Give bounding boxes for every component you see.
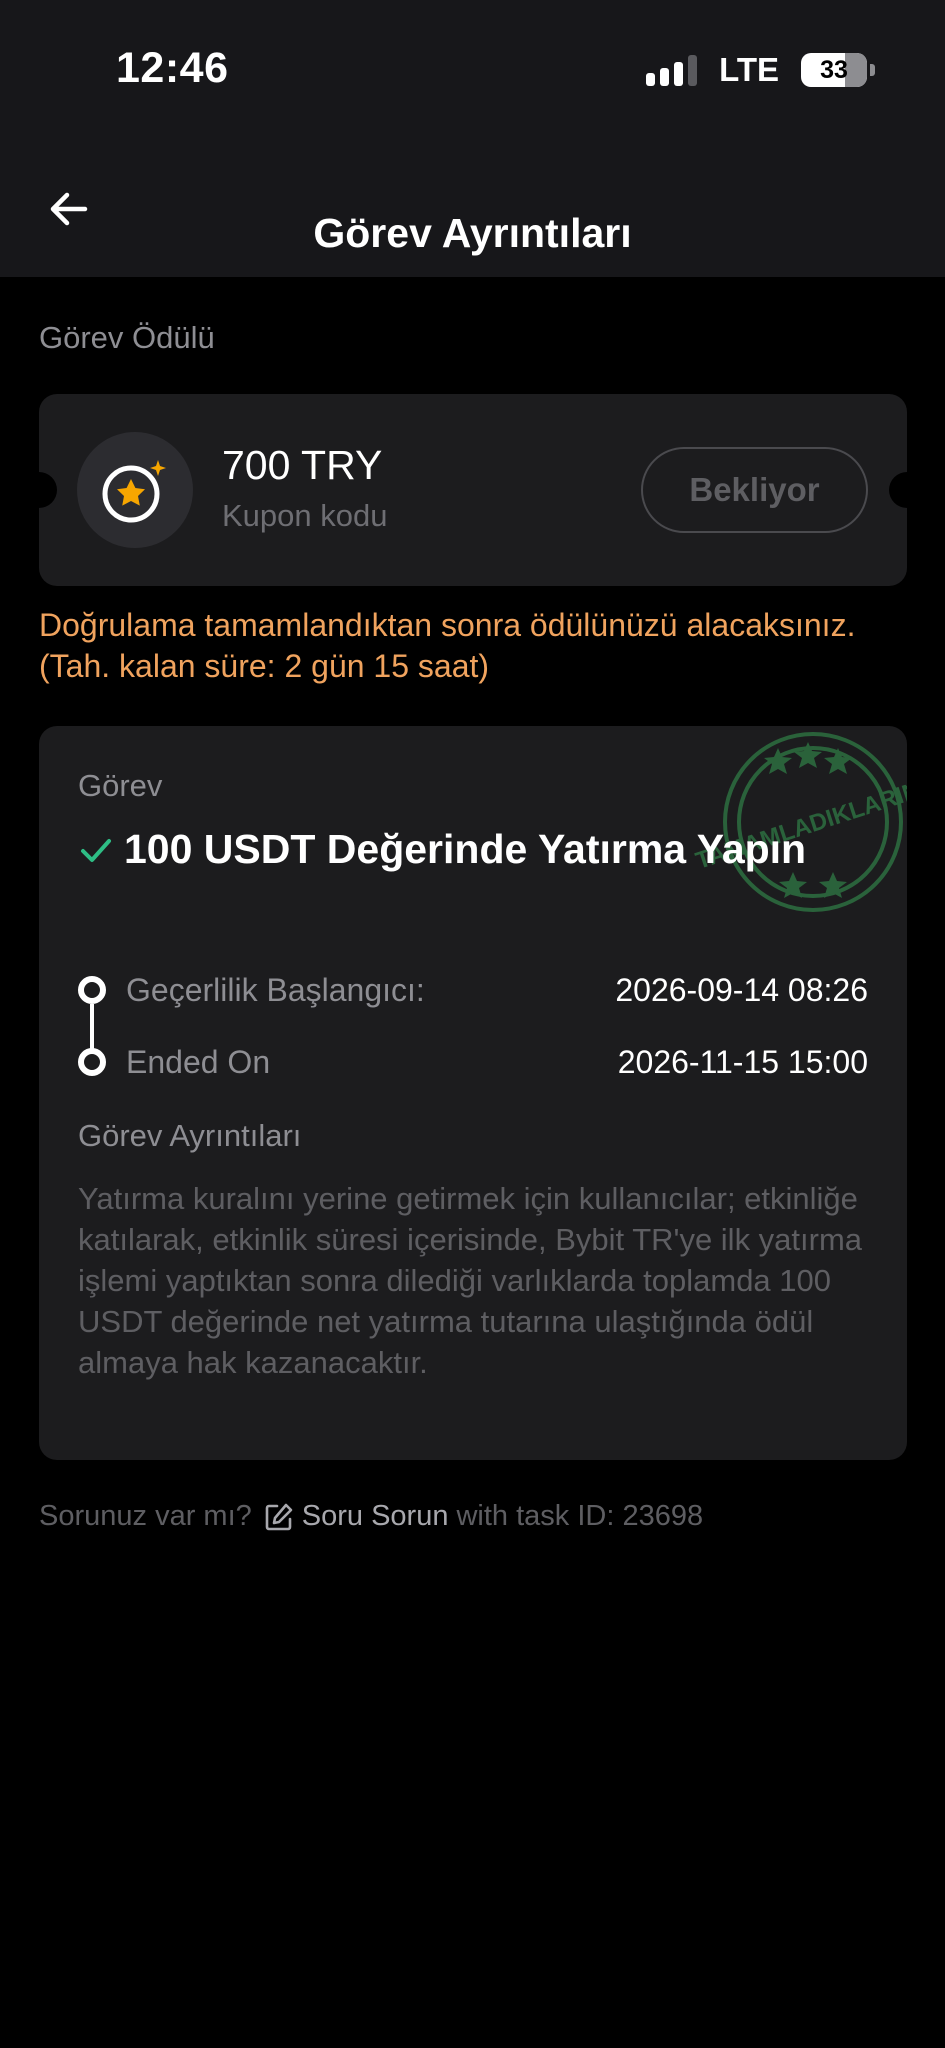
task-label: Görev [78, 768, 163, 803]
reward-amount: 700 TRY [222, 442, 383, 488]
timeline-end-row: Ended On 2026-11-15 15:00 [78, 1026, 868, 1098]
ask-question-link[interactable]: Soru Sorun [264, 1500, 449, 1533]
signal-icon [646, 54, 698, 86]
verification-notice: Doğrulama tamamlandıktan sonra ödülünüzü… [39, 607, 856, 684]
edit-icon [265, 1503, 293, 1530]
task-title: 100 USDT Değerinde Yatırma Yapın [124, 826, 807, 872]
check-icon [81, 838, 111, 862]
completed-stamp: TAMAMLADIKLARINIZ [692, 732, 907, 912]
task-card: TAMAMLADIKLARINIZ Görev 100 USDT Değerin… [39, 726, 907, 1460]
timeline-end-dot [78, 1048, 106, 1076]
end-label: Ended On [126, 1043, 271, 1080]
task-details-text: Yatırma kuralını yerine getirmek için ku… [78, 1181, 863, 1380]
battery-tip [870, 64, 875, 76]
start-label: Geçerlilik Başlangıcı: [126, 971, 425, 1008]
battery-icon: 33 [801, 53, 867, 87]
reward-card: 700 TRY Kupon kodu Bekliyor [21, 394, 925, 586]
validity-timeline: Geçerlilik Başlangıcı: 2026-09-14 08:26 … [78, 954, 868, 1098]
start-value: 2026-09-14 08:26 [615, 971, 868, 1008]
help-question: Sorunuz var mı? [39, 1500, 252, 1532]
reward-section-label: Görev Ödülü [39, 320, 215, 355]
help-footer: Sorunuz var mı? Soru Sorun with task ID:… [39, 1500, 703, 1533]
star-coin-icon [102, 460, 166, 523]
task-id-text: with task ID: 23698 [456, 1500, 704, 1532]
top-bar: 12:46 LTE 33 Görev Ayrıntıları [0, 0, 945, 277]
ticket-notch-right [889, 472, 925, 508]
ticket-notch-left [21, 472, 57, 508]
network-label: LTE [719, 51, 779, 88]
page-title: Görev Ayrıntıları [313, 210, 632, 256]
battery-level: 33 [820, 55, 848, 84]
timeline-start-dot [78, 976, 106, 1004]
status-indicators: LTE 33 [646, 50, 875, 90]
timeline-start-row: Geçerlilik Başlangıcı: 2026-09-14 08:26 [78, 954, 868, 1026]
reward-type: Kupon kodu [222, 498, 388, 533]
task-details-label: Görev Ayrıntıları [78, 1118, 302, 1153]
ask-question-label: Soru Sorun [301, 1500, 449, 1532]
reward-status-badge: Bekliyor [641, 447, 868, 533]
status-time: 12:46 [116, 44, 229, 92]
reward-icon-wrap [77, 432, 193, 548]
end-value: 2026-11-15 15:00 [617, 1043, 868, 1080]
task-title-row: 100 USDT Değerinde Yatırma Yapın [78, 826, 806, 873]
